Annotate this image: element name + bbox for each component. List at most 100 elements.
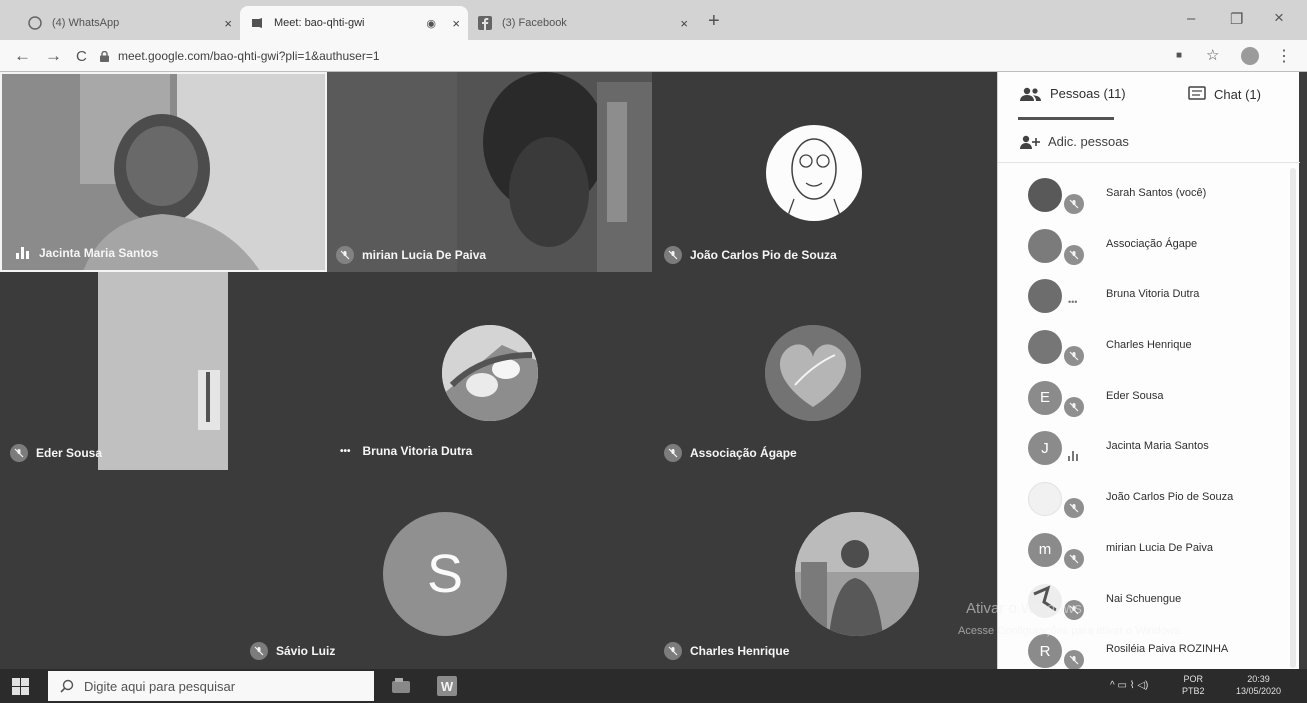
participant-row[interactable]: m mirian Lucia De Paiva: [998, 525, 1300, 576]
mic-off-icon: [1064, 346, 1084, 367]
language-code: POR: [1183, 674, 1204, 684]
participant-row[interactable]: Charles Henrique: [998, 322, 1300, 373]
forward-button[interactable]: →: [45, 46, 62, 66]
participant-row[interactable]: João Carlos Pio de Souza: [998, 474, 1300, 525]
participant-name: mirian Lucia De Paiva: [362, 248, 487, 262]
profile-avatar-joao: [766, 125, 862, 221]
tab-people-label: Pessoas (11): [1050, 86, 1126, 101]
mic-off-icon: [250, 642, 268, 660]
mic-off-icon: [336, 246, 354, 264]
mic-off-icon: [1064, 396, 1084, 417]
participant-name: Associação Ágape: [1106, 237, 1198, 250]
word-app-icon[interactable]: W: [436, 675, 458, 697]
back-button[interactable]: ←: [14, 46, 31, 66]
new-tab-button[interactable]: +: [708, 10, 720, 33]
tab-chat-label: Chat (1): [1214, 86, 1261, 102]
video-tile-jacinta[interactable]: [0, 72, 327, 272]
keyboard-layout: PTB2: [1182, 686, 1205, 696]
close-tab-icon[interactable]: ×: [452, 16, 460, 31]
bookmark-star-icon[interactable]: ☆: [1206, 46, 1219, 64]
tab-facebook[interactable]: (3) Facebook ×: [468, 6, 696, 40]
screen: (4) WhatsApp × Meet: bao-qhti-gwi ◉ × (3…: [0, 0, 1307, 703]
participant-row[interactable]: Associação Ágape: [998, 221, 1300, 272]
audio-level-icon: [1068, 451, 1078, 462]
participant-name: mirian Lucia De Paiva: [1106, 541, 1213, 554]
video-tile-mirian[interactable]: [327, 72, 652, 272]
mic-off-icon: [664, 444, 682, 462]
panel-scrollbar[interactable]: [1290, 168, 1296, 668]
url-field[interactable]: meet.google.com/bao-qhti-gwi?pli=1&authu…: [118, 49, 380, 63]
participant-name: Jacinta Maria Santos: [1106, 440, 1209, 453]
participant-avatar: [1028, 228, 1062, 263]
profile-avatar[interactable]: [1241, 47, 1259, 65]
tile-label: Sávio Luiz: [250, 642, 335, 660]
camera-icon[interactable]: ■: [1176, 50, 1182, 61]
language-indicator[interactable]: POR PTB2: [1182, 673, 1205, 697]
profile-avatar-bruna: [442, 325, 538, 421]
participant-avatar: R: [1028, 634, 1062, 669]
clock[interactable]: 20:39 13/05/2020: [1236, 673, 1281, 697]
people-panel: Pessoas (11) Chat (1) Adic. pessoas Sara…: [997, 72, 1300, 671]
tab-chat[interactable]: Chat (1): [1188, 86, 1261, 102]
profile-avatar-associacao: [765, 325, 861, 421]
participant-avatar: m: [1028, 532, 1062, 567]
close-tab-icon[interactable]: ×: [680, 16, 688, 31]
close-tab-icon[interactable]: ×: [224, 16, 232, 31]
mic-off-icon: [1064, 244, 1084, 265]
participant-name: Eder Sousa: [1106, 389, 1164, 402]
mic-off-icon: [1064, 548, 1084, 569]
tab-meet[interactable]: Meet: bao-qhti-gwi ◉ ×: [240, 6, 468, 40]
participant-row[interactable]: ••• Bruna Vitoria Dutra: [998, 271, 1300, 322]
chat-icon: [1188, 86, 1206, 100]
participant-avatar: [1028, 330, 1062, 365]
participant-row[interactable]: E Eder Sousa: [998, 373, 1300, 424]
add-people-button[interactable]: Adic. pessoas: [1020, 134, 1129, 149]
active-tab-indicator: [1018, 117, 1114, 120]
video-tile-eder[interactable]: [98, 272, 228, 470]
participant-name: Bruna Vitoria Dutra: [1106, 288, 1200, 301]
meet-favicon-icon: [250, 16, 264, 30]
cortana-icon[interactable]: [390, 675, 412, 697]
profile-avatar-savio: S: [383, 512, 507, 636]
participant-row[interactable]: J Jacinta Maria Santos: [998, 423, 1300, 474]
address-bar: ← → C meet.google.com/bao-qhti-gwi?pli=1…: [0, 40, 1307, 72]
webcam-video-frame: [2, 74, 325, 270]
participant-avatar: [1028, 279, 1062, 314]
mic-off-icon: [664, 642, 682, 660]
tile-label: ••• Bruna Vitoria Dutra: [340, 444, 472, 458]
taskbar-search-box[interactable]: Digite aqui para pesquisar: [48, 671, 374, 701]
tile-label: Eder Sousa: [10, 444, 102, 462]
tab-people[interactable]: Pessoas (11): [1020, 86, 1126, 101]
participant-avatar: [1028, 178, 1062, 212]
participant-name: Sávio Luiz: [276, 644, 336, 658]
participant-name: Rosiléia Paiva ROZINHA: [1106, 643, 1229, 656]
tab-whatsapp[interactable]: (4) WhatsApp ×: [18, 6, 240, 40]
mic-off-icon: [10, 444, 28, 462]
system-tray-icons[interactable]: ^ ▭ ⌇ ◁): [1110, 680, 1148, 692]
meeting-grid: Jacinta Maria Santos mirian Lucia De Pai…: [0, 72, 997, 669]
minimize-button[interactable]: –: [1187, 10, 1195, 27]
participant-name: Sarah Santos (você): [1106, 187, 1207, 199]
participant-name: João Carlos Pio de Souza: [690, 248, 837, 262]
webcam-video-frame: [98, 272, 228, 470]
activation-watermark-title: Ativar o Windows: [966, 600, 1082, 617]
audio-level-icon: [16, 247, 29, 259]
more-indicator-icon: •••: [1068, 297, 1078, 308]
participant-name: Charles Henrique: [690, 644, 790, 658]
clock-time: 20:39: [1247, 674, 1270, 684]
whatsapp-favicon-icon: [28, 16, 42, 30]
maximize-button[interactable]: ❐: [1230, 10, 1243, 28]
participant-avatar: J: [1028, 431, 1062, 466]
reload-button[interactable]: C: [76, 48, 87, 65]
add-person-icon: [1020, 135, 1040, 149]
facebook-favicon-icon: [478, 16, 492, 30]
participant-row[interactable]: Sarah Santos (você): [998, 170, 1300, 221]
mic-off-icon: [1064, 194, 1084, 214]
windows-start-icon[interactable]: [12, 678, 29, 695]
participant-name: Charles Henrique: [1106, 339, 1192, 352]
people-icon: [1020, 87, 1041, 101]
close-window-button[interactable]: ×: [1274, 8, 1284, 28]
divider: [998, 162, 1300, 163]
mic-off-icon: [1064, 498, 1084, 519]
browser-menu-icon[interactable]: ⋮: [1276, 46, 1292, 66]
